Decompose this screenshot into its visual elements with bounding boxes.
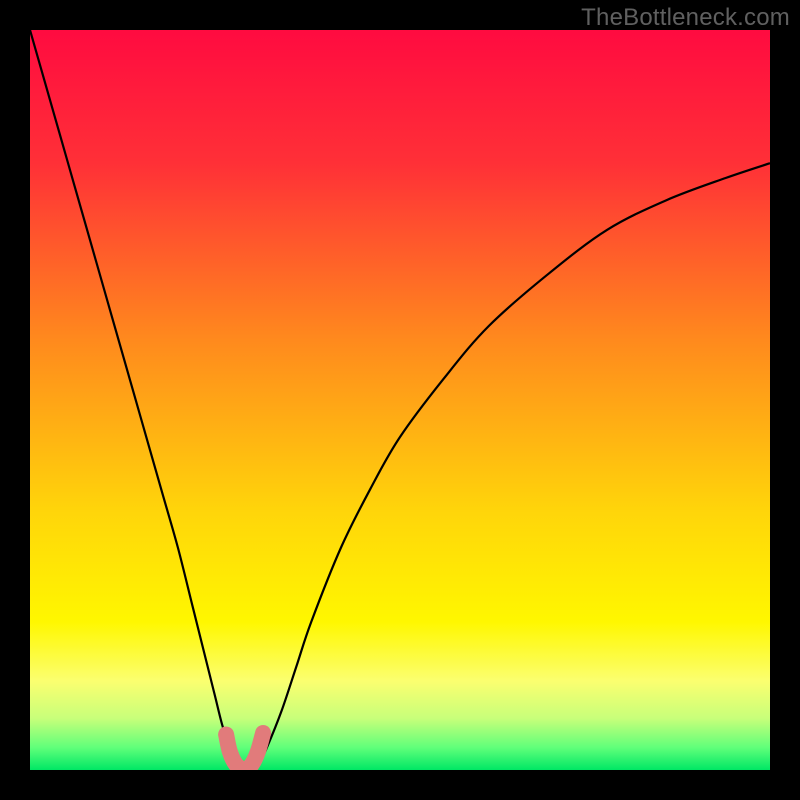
chart-frame: TheBottleneck.com xyxy=(0,0,800,800)
chart-plot-area xyxy=(30,30,770,770)
bottleneck-curve-chart xyxy=(0,0,800,800)
watermark-text: TheBottleneck.com xyxy=(581,4,790,32)
